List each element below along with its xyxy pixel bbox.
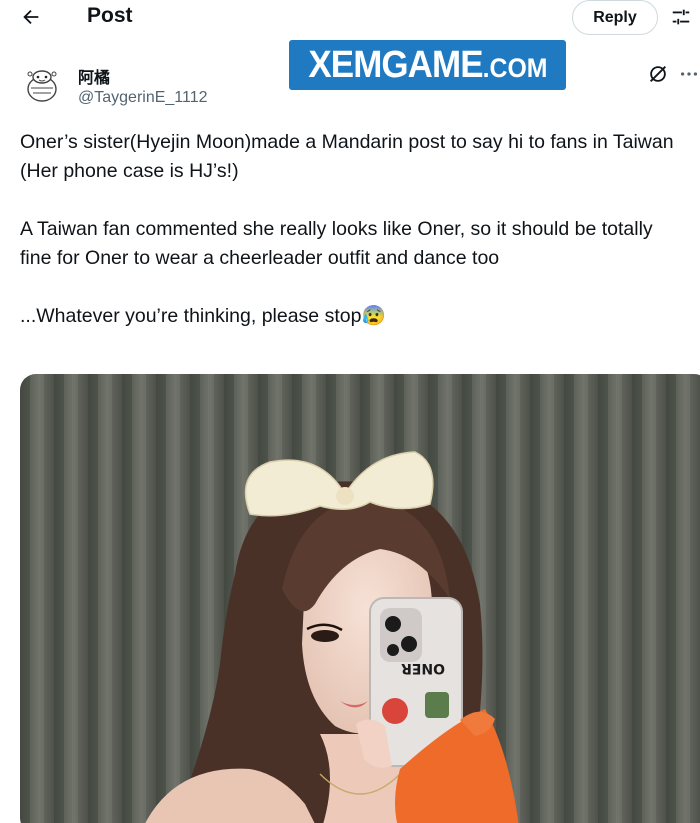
author-handle[interactable]: @TaygerinE_1112 [78, 89, 208, 107]
back-button[interactable] [14, 2, 48, 32]
post-line: A Taiwan fan commented she really looks … [20, 218, 653, 269]
page-title: Post [87, 4, 133, 27]
sliders-icon[interactable] [668, 4, 694, 30]
watermark-logo: XEMGAME.COM [289, 40, 566, 90]
top-bar: Post Reply [0, 0, 700, 36]
anxious-face-emoji: 😰 [361, 305, 386, 327]
arrow-left-icon [23, 9, 39, 25]
avatar[interactable] [20, 64, 64, 108]
selfie-photo: ONER [20, 374, 700, 823]
grok-icon[interactable] [646, 62, 670, 86]
post-image[interactable]: ONER [20, 374, 700, 823]
more-horizontal-icon[interactable] [677, 62, 700, 86]
post-line: ...Whatever you’re thinking, please stop… [20, 305, 386, 327]
watermark-text: XEMGAME.COM [307, 43, 548, 86]
post-line: Oner’s sister(Hyejin Moon)made a Mandari… [20, 131, 674, 153]
reply-button[interactable]: Reply [572, 0, 658, 35]
author-display-name[interactable]: 阿橘 [78, 64, 110, 88]
post-line: (Her phone case is HJ’s!) [20, 160, 239, 182]
phone-case-text: ONER [401, 660, 445, 676]
post-text: Oner’s sister(Hyejin Moon)made a Mandari… [20, 128, 680, 331]
